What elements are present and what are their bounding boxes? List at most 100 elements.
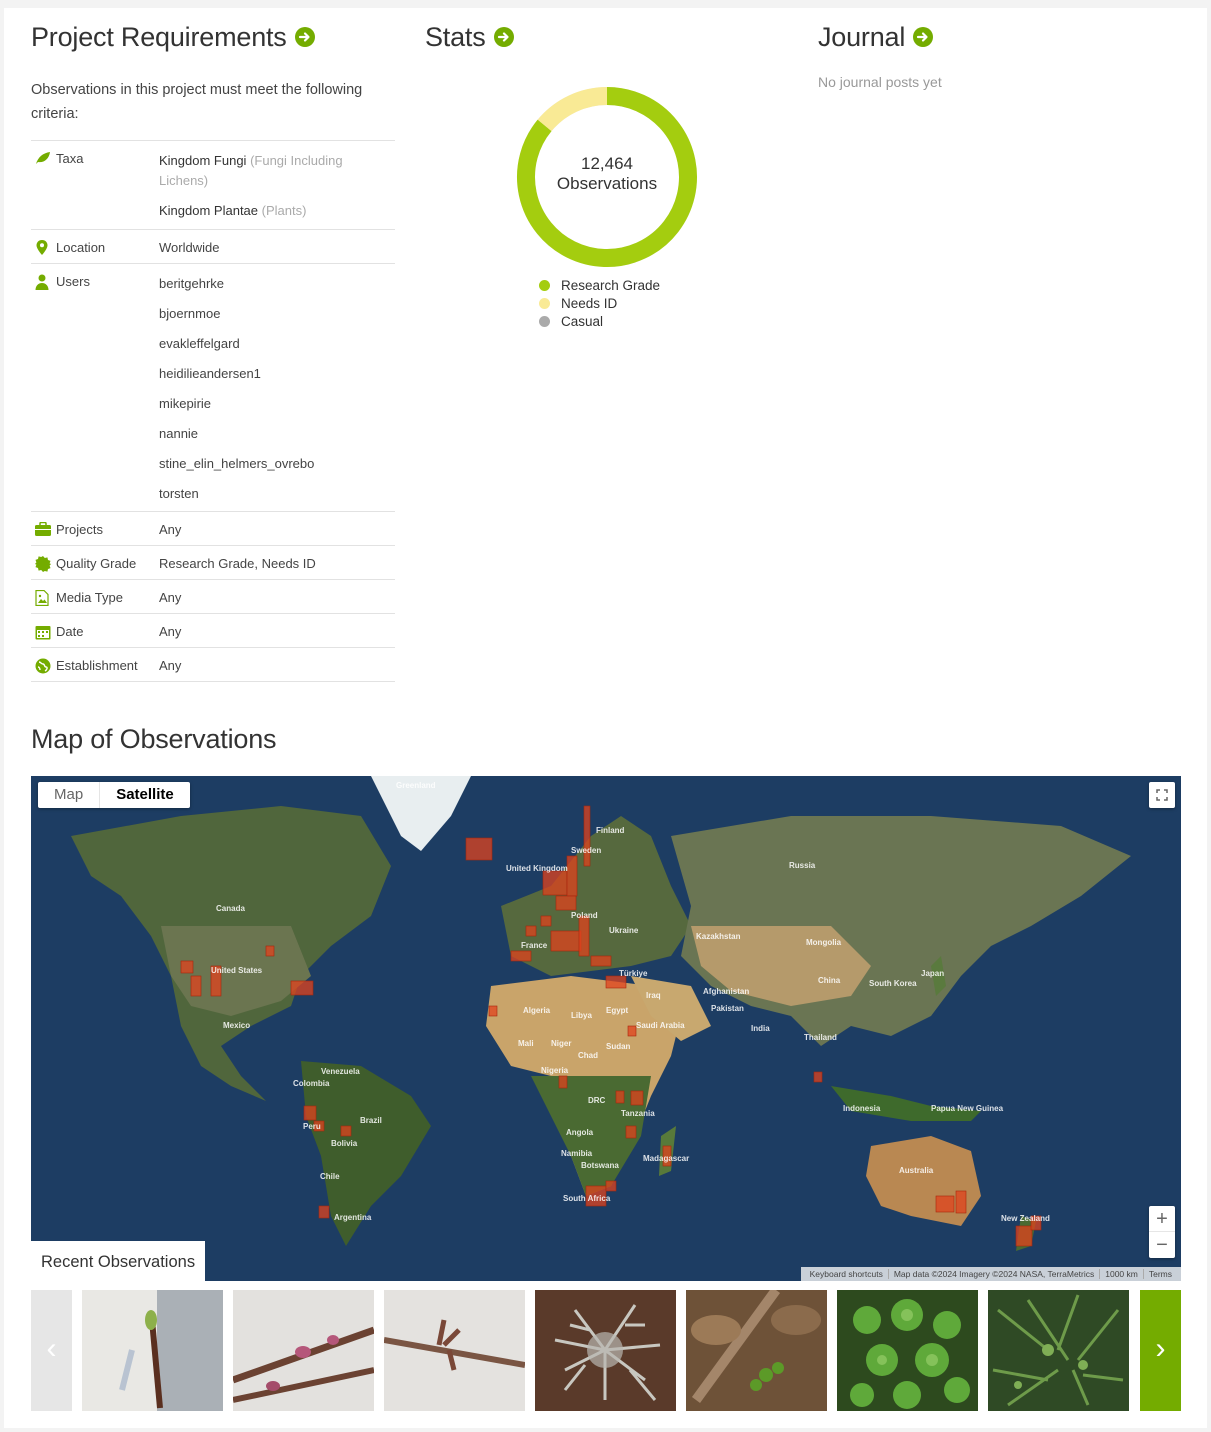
zoom-control[interactable]: + −: [1149, 1206, 1175, 1258]
green-fern-groundcover-photo: [988, 1290, 1129, 1411]
briefcase-icon: [35, 521, 51, 538]
establishment-value: Any: [159, 658, 182, 673]
users-label: Users: [56, 274, 90, 289]
carousel-prev-button[interactable]: ‹: [31, 1290, 72, 1411]
map-place-label: Mali: [518, 1039, 534, 1048]
map-place-label: Niger: [551, 1039, 571, 1048]
user-link[interactable]: nannie: [159, 424, 395, 444]
location-row: Location Worldwide: [31, 230, 395, 264]
media-value: Any: [159, 590, 182, 605]
user-link[interactable]: mikepirie: [159, 394, 395, 414]
zoom-in-button[interactable]: +: [1149, 1206, 1175, 1232]
fullscreen-icon: [1156, 789, 1168, 801]
branch-buds-pink-photo: [233, 1290, 374, 1411]
observation-thumbnail[interactable]: [535, 1290, 676, 1411]
map-place-label: Colombia: [293, 1079, 330, 1088]
user-link[interactable]: stine_elin_helmers_ovrebo: [159, 454, 395, 474]
observation-thumbnail[interactable]: [233, 1290, 374, 1411]
user-icon: [35, 274, 51, 290]
observation-thumbnail[interactable]: [82, 1290, 223, 1411]
stats-heading[interactable]: Stats: [425, 22, 514, 53]
location-value: Worldwide: [159, 240, 220, 255]
map-place-label: DRC: [588, 1096, 606, 1105]
count-label: Observations: [556, 174, 658, 193]
go-arrow-icon[interactable]: [294, 26, 315, 47]
map-place-label: Poland: [571, 911, 598, 920]
requirements-intro: Observations in this project must meet t…: [31, 82, 363, 122]
donut-slice-needs-id[interactable]: [537, 87, 608, 132]
user-link[interactable]: bjoernmoe: [159, 304, 395, 324]
globe-icon: [35, 658, 51, 674]
map-place-label: China: [818, 976, 841, 985]
location-label: Location: [56, 240, 106, 255]
legend-needs-id: Needs ID: [539, 294, 660, 312]
map-place-label: Finland: [596, 826, 625, 835]
map-pin-icon: [35, 240, 51, 256]
user-link[interactable]: evakleffelgard: [159, 334, 395, 354]
map-place-label: Chad: [578, 1051, 598, 1060]
leaf-icon: [35, 151, 51, 167]
quality-value: Research Grade, Needs ID: [159, 556, 316, 571]
map-type-toggle[interactable]: Map Satellite: [38, 782, 190, 808]
map-place-label: Botswana: [581, 1161, 619, 1170]
user-link[interactable]: heidilieandersen1: [159, 364, 395, 384]
requirements-title[interactable]: Project Requirements: [31, 22, 287, 52]
map-place-label: Türkiye: [619, 969, 648, 978]
map-place-label: Russia: [789, 861, 816, 870]
map-place-label: Ukraine: [609, 926, 639, 935]
go-arrow-icon[interactable]: [913, 26, 934, 47]
recent-observations-tab[interactable]: Recent Observations: [31, 1241, 206, 1281]
satellite-option-button[interactable]: Satellite: [100, 782, 190, 808]
date-row: Date Any: [31, 614, 395, 648]
observation-thumbnail[interactable]: [384, 1290, 525, 1411]
user-link[interactable]: torsten: [159, 484, 395, 504]
date-value: Any: [159, 624, 182, 639]
count-number: 12,464: [581, 154, 633, 173]
keyboard-shortcuts-link[interactable]: Keyboard shortcuts: [805, 1269, 888, 1279]
map-option-button[interactable]: Map: [38, 782, 101, 808]
calendar-icon: [35, 624, 51, 640]
zoom-out-button[interactable]: −: [1149, 1232, 1175, 1258]
map-place-label: France: [521, 941, 548, 950]
taxon-item[interactable]: Kingdom Plantae (Plants): [159, 201, 395, 221]
stats-title[interactable]: Stats: [425, 22, 486, 52]
map-place-label: India: [751, 1024, 770, 1033]
map-place-label: Bolivia: [331, 1139, 358, 1148]
journal-title[interactable]: Journal: [818, 22, 905, 52]
map-place-label: Egypt: [606, 1006, 629, 1015]
map-place-label: Thailand: [804, 1033, 837, 1042]
observations-map[interactable]: Greenland Finland Sweden Russia United Kingd…: [31, 776, 1181, 1281]
map-place-label: United States: [211, 966, 263, 975]
fullscreen-button[interactable]: [1149, 782, 1175, 808]
terms-link[interactable]: Terms: [1142, 1269, 1177, 1279]
image-file-icon: [35, 589, 51, 607]
requirements-heading[interactable]: Project Requirements: [31, 22, 315, 53]
journal-heading[interactable]: Journal: [818, 22, 934, 53]
observation-thumbnail[interactable]: [686, 1290, 827, 1411]
media-row: Media Type Any: [31, 580, 395, 614]
branch-buds-bare-photo: [384, 1290, 525, 1411]
project-page: Project Requirements Observations in thi…: [4, 8, 1207, 1428]
map-place-label: Indonesia: [843, 1104, 881, 1113]
taxon-item[interactable]: Kingdom Fungi (Fungi Including Lichens): [159, 151, 395, 191]
map-place-label: Namibia: [561, 1149, 593, 1158]
satellite-world-map[interactable]: Greenland Finland Sweden Russia United Kingd…: [31, 776, 1181, 1281]
quality-row: Quality Grade Research Grade, Needs ID: [31, 546, 395, 580]
legend-dot: [539, 279, 550, 291]
map-place-label: South Korea: [869, 979, 917, 988]
users-list: beritgehrke bjoernmoe evakleffelgard hei…: [159, 271, 395, 504]
date-label: Date: [56, 624, 84, 639]
scale-bar[interactable]: 1000 km: [1099, 1269, 1143, 1279]
taxa-row: Taxa Kingdom Fungi (Fungi Including Lich…: [31, 141, 395, 230]
user-link[interactable]: beritgehrke: [159, 274, 395, 294]
map-place-label: Nigeria: [541, 1066, 569, 1075]
map-place-label: United Kingdom: [506, 864, 568, 873]
map-place-label: Madagascar: [643, 1154, 689, 1163]
carousel-next-button[interactable]: ›: [1140, 1290, 1181, 1411]
observation-thumbnail[interactable]: [988, 1290, 1129, 1411]
go-arrow-icon[interactable]: [493, 26, 514, 47]
projects-value: Any: [159, 522, 182, 537]
map-title: Map of Observations: [31, 724, 277, 754]
map-place-label: Afghanistan: [703, 987, 749, 996]
observation-thumbnail[interactable]: [837, 1290, 978, 1411]
